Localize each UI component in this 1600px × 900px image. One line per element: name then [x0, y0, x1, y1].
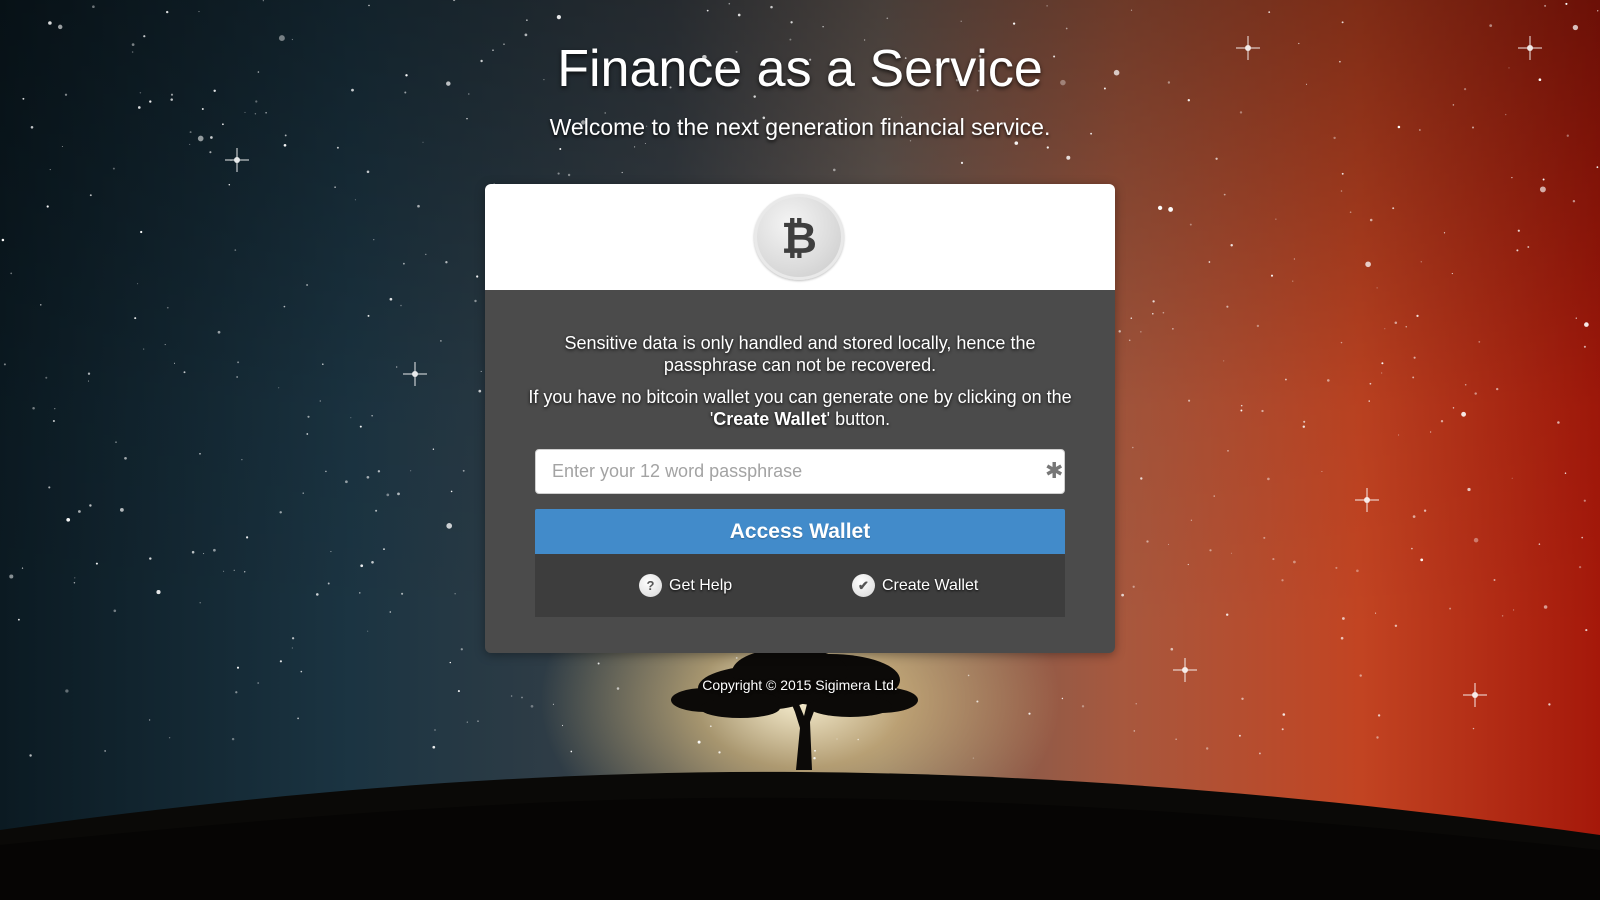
passphrase-field[interactable]: ✱: [535, 449, 1065, 494]
passphrase-input[interactable]: [536, 450, 1026, 493]
create-wallet-hint-bold: Create Wallet: [713, 409, 827, 429]
create-wallet-label: Create Wallet: [882, 577, 979, 594]
question-icon: ?: [639, 573, 662, 597]
secondary-actions: ? Get Help ✔ Create Wallet: [535, 554, 1065, 617]
create-wallet-hint: If you have no bitcoin wallet you can ge…: [528, 387, 1072, 429]
bitcoin-icon: ₿: [754, 194, 844, 280]
svg-text:₿: ₿: [781, 213, 817, 262]
checkmark-icon: ✔: [852, 573, 875, 597]
get-help-label: Get Help: [669, 577, 733, 594]
asterisk-icon: ✱: [1045, 458, 1064, 483]
copyright-footer: Copyright © 2015 Sigimera Ltd.: [702, 677, 898, 693]
security-notice: Sensitive data is only handled and store…: [564, 333, 1036, 375]
page-subtitle: Welcome to the next generation financial…: [549, 114, 1051, 140]
login-card: ₿ Sensitive data is only handled and sto…: [485, 184, 1115, 653]
page-title: Finance as a Service: [557, 40, 1043, 98]
create-wallet-link[interactable]: ✔ Create Wallet: [852, 573, 979, 598]
card-body: Sensitive data is only handled and store…: [485, 290, 1115, 653]
access-wallet-button[interactable]: Access Wallet: [535, 509, 1065, 554]
page-header: Finance as a Service Welcome to the next…: [0, 38, 1600, 142]
get-help-link[interactable]: ? Get Help: [639, 573, 733, 598]
card-header: ₿: [485, 184, 1115, 290]
